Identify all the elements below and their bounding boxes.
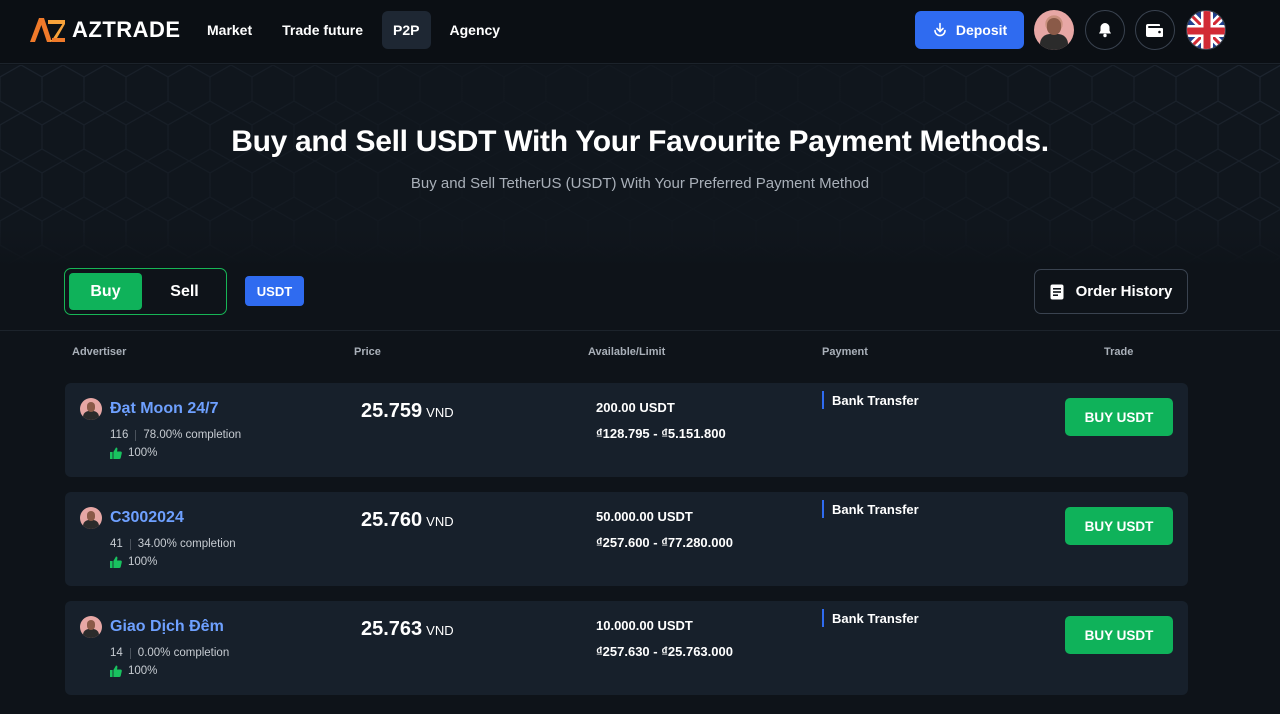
price-currency: VND: [426, 405, 454, 420]
sell-tab[interactable]: Sell: [148, 273, 221, 310]
buy-tab[interactable]: Buy: [69, 273, 142, 310]
deposit-button[interactable]: Deposit: [915, 11, 1024, 49]
available-amount: 50.000.00 USDT: [596, 509, 693, 524]
buy-usdt-button[interactable]: BUY USDT: [1065, 616, 1173, 654]
order-limit: ₫257.630 - ₫25.763.000: [596, 644, 733, 659]
order-count: 116: [110, 429, 129, 441]
order-limit: ₫128.795 - ₫5.151.800: [596, 426, 726, 441]
rating-value: 100%: [128, 665, 158, 677]
advertiser-rating: 100%: [110, 447, 157, 459]
advertiser-rating: 100%: [110, 556, 157, 568]
price-value: 25.760: [361, 509, 423, 531]
price-currency: VND: [426, 514, 454, 529]
hero-banner: Buy and Sell USDT With Your Favourite Pa…: [0, 65, 1280, 265]
nav-item-agency[interactable]: Agency: [435, 11, 516, 49]
table-row: C3002024 41 34.00% completion 100% 25.76…: [65, 492, 1188, 586]
advertiser-name[interactable]: Giao Dịch Đêm: [110, 618, 224, 636]
column-header-trade: Trade: [1104, 346, 1134, 358]
completion-rate: 78.00% completion: [143, 429, 242, 441]
advertiser-stats: 14 0.00% completion: [110, 647, 229, 659]
completion-rate: 34.00% completion: [137, 538, 236, 550]
buy-usdt-button[interactable]: BUY USDT: [1065, 398, 1173, 436]
completion-rate: 0.00% completion: [137, 647, 230, 659]
hex-pattern-background: [0, 65, 1280, 265]
brand-logo[interactable]: AZTRADE: [30, 17, 181, 43]
hero-subtitle: Buy and Sell TetherUS (USDT) With Your P…: [410, 175, 870, 192]
price-value: 25.759: [361, 400, 423, 422]
deposit-icon: [932, 22, 948, 38]
user-avatar[interactable]: [1034, 10, 1074, 50]
thumbs-up-icon: [110, 447, 122, 459]
advertiser-rating: 100%: [110, 665, 157, 677]
advertiser-avatar: [80, 616, 102, 638]
nav-item-p2p[interactable]: P2P: [382, 11, 431, 49]
notifications-button[interactable]: [1085, 10, 1125, 50]
available-amount: 200.00 USDT: [596, 400, 675, 415]
table-row: Giao Dịch Đêm 14 0.00% completion 100% 2…: [65, 601, 1188, 695]
nav-item-trade-future[interactable]: Trade future: [267, 11, 378, 49]
main-nav: Market Trade future P2P Agency: [192, 11, 515, 49]
advertiser-stats: 41 34.00% completion: [110, 538, 236, 550]
price: 25.759 VND: [361, 400, 454, 423]
advertiser-avatar: [80, 507, 102, 529]
payment-method: Bank Transfer: [822, 609, 919, 627]
available-amount: 10.000.00 USDT: [596, 618, 693, 633]
thumbs-up-icon: [110, 665, 122, 677]
price-value: 25.763: [361, 618, 423, 640]
top-header: AZTRADE Market Trade future P2P Agency D…: [0, 0, 1280, 64]
language-selector[interactable]: [1186, 10, 1226, 50]
advertiser-stats: 116 78.00% completion: [110, 429, 241, 441]
table-row: Đạt Moon 24/7 116 78.00% completion 100%…: [65, 383, 1188, 477]
rating-value: 100%: [128, 447, 158, 459]
bell-icon: [1096, 21, 1114, 39]
asset-usdt-chip[interactable]: USDT: [245, 276, 304, 306]
order-count: 14: [110, 647, 123, 659]
advertiser-avatar: [80, 398, 102, 420]
thumbs-up-icon: [110, 556, 122, 568]
nav-item-market[interactable]: Market: [192, 11, 267, 49]
payment-method: Bank Transfer: [822, 500, 919, 518]
column-header-payment: Payment: [822, 346, 868, 358]
deposit-label: Deposit: [955, 22, 1008, 38]
price: 25.760 VND: [361, 509, 454, 532]
payment-method: Bank Transfer: [822, 391, 919, 409]
order-history-button[interactable]: Order History: [1034, 269, 1188, 314]
advertiser-name[interactable]: Đạt Moon 24/7: [110, 400, 218, 418]
brand-name: AZTRADE: [72, 17, 181, 42]
wallet-button[interactable]: [1135, 10, 1175, 50]
buy-usdt-button[interactable]: BUY USDT: [1065, 507, 1173, 545]
column-header-advertiser: Advertiser: [72, 346, 127, 358]
column-header-available-limit: Available/Limit: [588, 346, 666, 358]
order-history-label: Order History: [1075, 283, 1173, 300]
order-limit: ₫257.600 - ₫77.280.000: [596, 535, 733, 550]
hero-title: Buy and Sell USDT With Your Favourite Pa…: [231, 125, 1049, 158]
wallet-icon: [1145, 21, 1165, 39]
price: 25.763 VND: [361, 618, 454, 641]
uk-flag-icon: [1187, 11, 1225, 49]
column-header-price: Price: [354, 346, 381, 358]
section-divider: [0, 330, 1280, 331]
document-icon: [1050, 284, 1064, 300]
aztrade-logo-icon: [30, 18, 65, 42]
rating-value: 100%: [128, 556, 158, 568]
buy-sell-toggle: Buy Sell: [64, 268, 227, 315]
advertiser-name[interactable]: C3002024: [110, 509, 184, 527]
price-currency: VND: [426, 623, 454, 638]
order-count: 41: [110, 538, 123, 550]
